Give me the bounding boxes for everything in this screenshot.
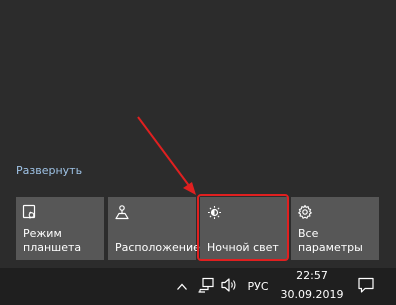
action-center-panel: Развернуть Режим планшета Расположение Н… [0,0,396,268]
quick-action-night-light[interactable]: Ночной свет [200,197,288,260]
taskbar: РУС 22:57 30.09.2019 [0,268,396,305]
show-hidden-icons-button[interactable] [172,268,192,305]
clock-time: 22:57 [296,269,328,282]
volume-button[interactable] [218,268,240,305]
night-light-icon [206,204,222,220]
settings-gear-icon [297,204,313,220]
network-button[interactable] [194,268,218,305]
tile-label: Режим планшета [23,227,82,254]
tile-label: Ночной свет [207,241,279,254]
volume-icon [220,277,238,297]
clock-date: 30.09.2019 [280,288,344,301]
location-icon [114,204,130,220]
language-indicator[interactable]: РУС [243,268,273,305]
tablet-mode-icon [22,204,38,220]
tile-label: Расположение [115,241,200,254]
expand-link[interactable]: Развернуть [16,164,82,177]
network-icon [197,277,215,297]
quick-action-tablet-mode[interactable]: Режим планшета [16,197,104,260]
chevron-up-icon [176,277,188,296]
clock[interactable]: 22:57 30.09.2019 [278,268,346,305]
quick-action-location[interactable]: Расположение [108,197,200,260]
quick-action-all-settings[interactable]: Все параметры [291,197,379,260]
notification-icon [357,276,375,298]
tile-label: Все параметры [298,227,363,254]
notification-center-button[interactable] [346,268,386,305]
